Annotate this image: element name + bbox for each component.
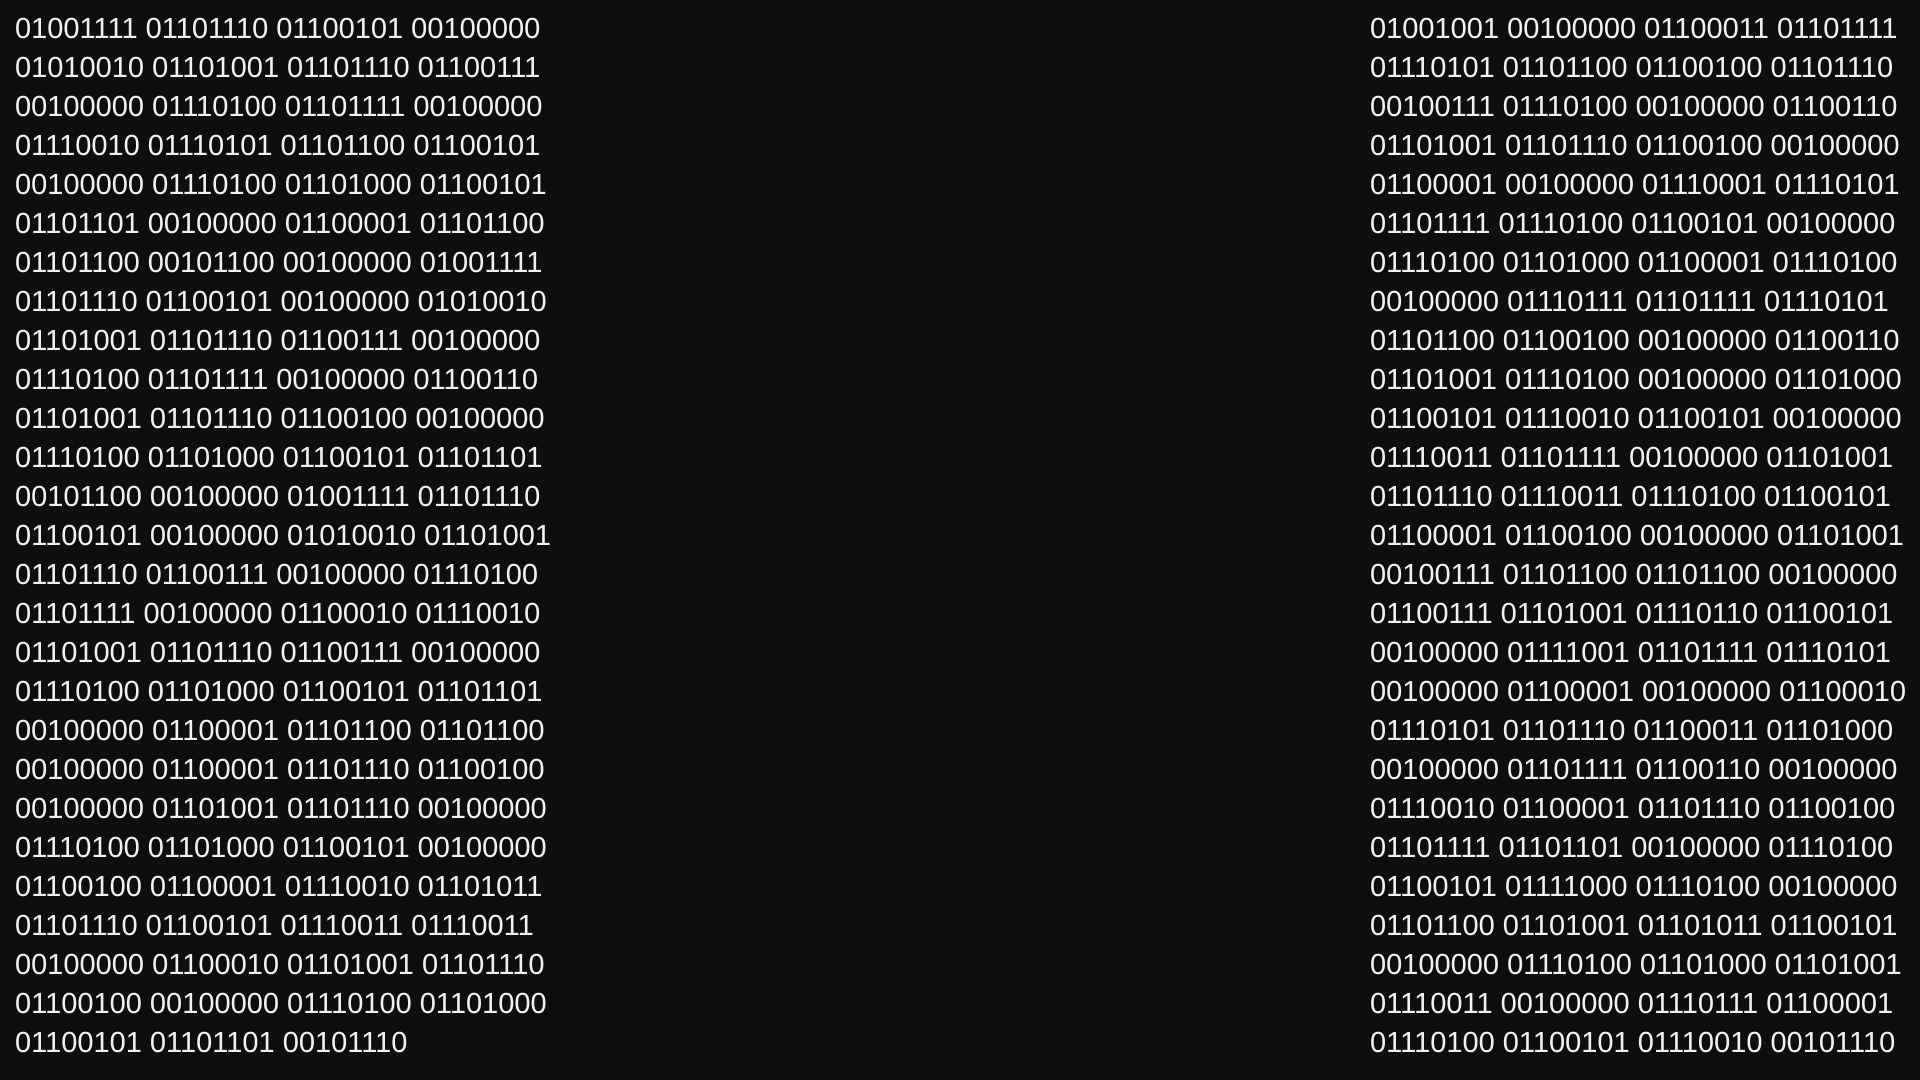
binary-text-line: 01100001 01100100 00100000 01101001	[1370, 520, 1904, 552]
binary-text-line: 01110100 01101000 01100001 01110100	[1370, 247, 1898, 279]
binary-text-line: 01100100 00100000 01110100 01101000	[15, 988, 547, 1020]
binary-text-line: 00100000 01110111 01101111 01110101	[1370, 286, 1889, 318]
binary-text-line: 00100000 01110100 01101111 00100000	[15, 91, 543, 123]
binary-text-line: 00100000 01111001 01101111 01110101	[1370, 637, 1891, 669]
binary-text-line: 01100101 01110010 01100101 00100000	[1370, 403, 1902, 435]
binary-text-line: 01101111 01101101 00100000 01110100	[1370, 832, 1894, 864]
binary-text-line: 00100000 01101111 01100110 00100000	[1370, 754, 1898, 786]
binary-text-line: 01110100 01101000 01100101 01101101	[15, 442, 543, 474]
binary-text-line: 01101001 01101110 01100111 00100000	[15, 325, 541, 357]
binary-text-line: 01010010 01101001 01101110 01100111	[15, 52, 541, 84]
binary-text-line: 00100111 01101100 01101100 00100000	[1370, 559, 1898, 591]
binary-text-line: 01001001 00100000 01100011 01101111	[1370, 13, 1898, 45]
binary-text-line: 01101110 01100101 00100000 01010010	[15, 286, 547, 318]
binary-text-line: 01101110 01100101 01110011 01110011	[15, 910, 534, 942]
binary-text-line: 01100101 01101101 00101110	[15, 1027, 408, 1059]
binary-text-line: 01110100 01100101 01110010 00101110	[1370, 1027, 1896, 1059]
binary-text-line: 01110010 01100001 01101110 01100100	[1370, 793, 1896, 825]
binary-text-line: 00100000 01100001 01101110 01100100	[15, 754, 545, 786]
binary-text-line: 00101100 00100000 01001111 01101110	[15, 481, 541, 513]
binary-text-line: 01101111 01110100 01100101 00100000	[1370, 208, 1896, 240]
left-binary-text-column: 01001111 01101110 01100101 00100000 01010…	[15, 10, 551, 1063]
binary-text-line: 01110100 01101000 01100101 00100000	[15, 832, 547, 864]
binary-text-line: 01100101 01111000 01110100 00100000	[1370, 871, 1898, 903]
binary-text-line: 00100000 01100001 00100000 01100010	[1370, 676, 1906, 708]
binary-text-line: 01110101 01101110 01100011 01101000	[1370, 715, 1894, 747]
binary-text-line: 01110101 01101100 01100100 01101110	[1370, 52, 1894, 84]
binary-text-line: 01101110 01110011 01110100 01100101	[1370, 481, 1891, 513]
binary-text-line: 01110100 01101000 01100101 01101101	[15, 676, 543, 708]
binary-text-line: 01101100 01100100 00100000 01100110	[1370, 325, 1900, 357]
binary-text-line: 00100000 01100010 01101001 01101110	[15, 949, 545, 981]
binary-text-line: 01100111 01101001 01110110 01100101	[1370, 598, 1894, 630]
binary-text-line: 01110100 01101111 00100000 01100110	[15, 364, 539, 396]
binary-text-line: 01101100 00101100 00100000 01001111	[15, 247, 543, 279]
binary-text-line: 01101110 01100111 00100000 01110100	[15, 559, 539, 591]
binary-text-line: 00100000 01100001 01101100 01101100	[15, 715, 545, 747]
binary-text-line: 01110010 01110101 01101100 01100101	[15, 130, 541, 162]
binary-text-line: 01100101 00100000 01010010 01101001	[15, 520, 551, 552]
binary-text-line: 01100001 00100000 01110001 01110101	[1370, 169, 1900, 201]
binary-text-line: 00100000 01110100 01101000 01101001	[1370, 949, 1902, 981]
binary-text-line: 01101001 01101110 01100100 00100000	[1370, 130, 1900, 162]
binary-text-line: 00100111 01110100 00100000 01100110	[1370, 91, 1898, 123]
binary-text-line: 01101001 01110100 00100000 01101000	[1370, 364, 1902, 396]
binary-text-line: 01101001 01101110 01100100 00100000	[15, 403, 545, 435]
binary-text-line: 01101111 00100000 01100010 01110010	[15, 598, 541, 630]
right-binary-text-column: 01001001 00100000 01100011 01101111 01110…	[1370, 10, 1906, 1063]
binary-text-line: 00100000 01101001 01101110 00100000	[15, 793, 547, 825]
binary-text-line: 01101001 01101110 01100111 00100000	[15, 637, 541, 669]
binary-text-line: 01101101 00100000 01100001 01101100	[15, 208, 545, 240]
binary-text-line: 01100100 01100001 01110010 01101011	[15, 871, 543, 903]
binary-text-line: 00100000 01110100 01101000 01100101	[15, 169, 547, 201]
binary-text-line: 01110011 01101111 00100000 01101001	[1370, 442, 1894, 474]
binary-text-line: 01001111 01101110 01100101 00100000	[15, 13, 541, 45]
binary-text-line: 01101100 01101001 01101011 01100101	[1370, 910, 1898, 942]
binary-text-line: 01110011 00100000 01110111 01100001	[1370, 988, 1894, 1020]
